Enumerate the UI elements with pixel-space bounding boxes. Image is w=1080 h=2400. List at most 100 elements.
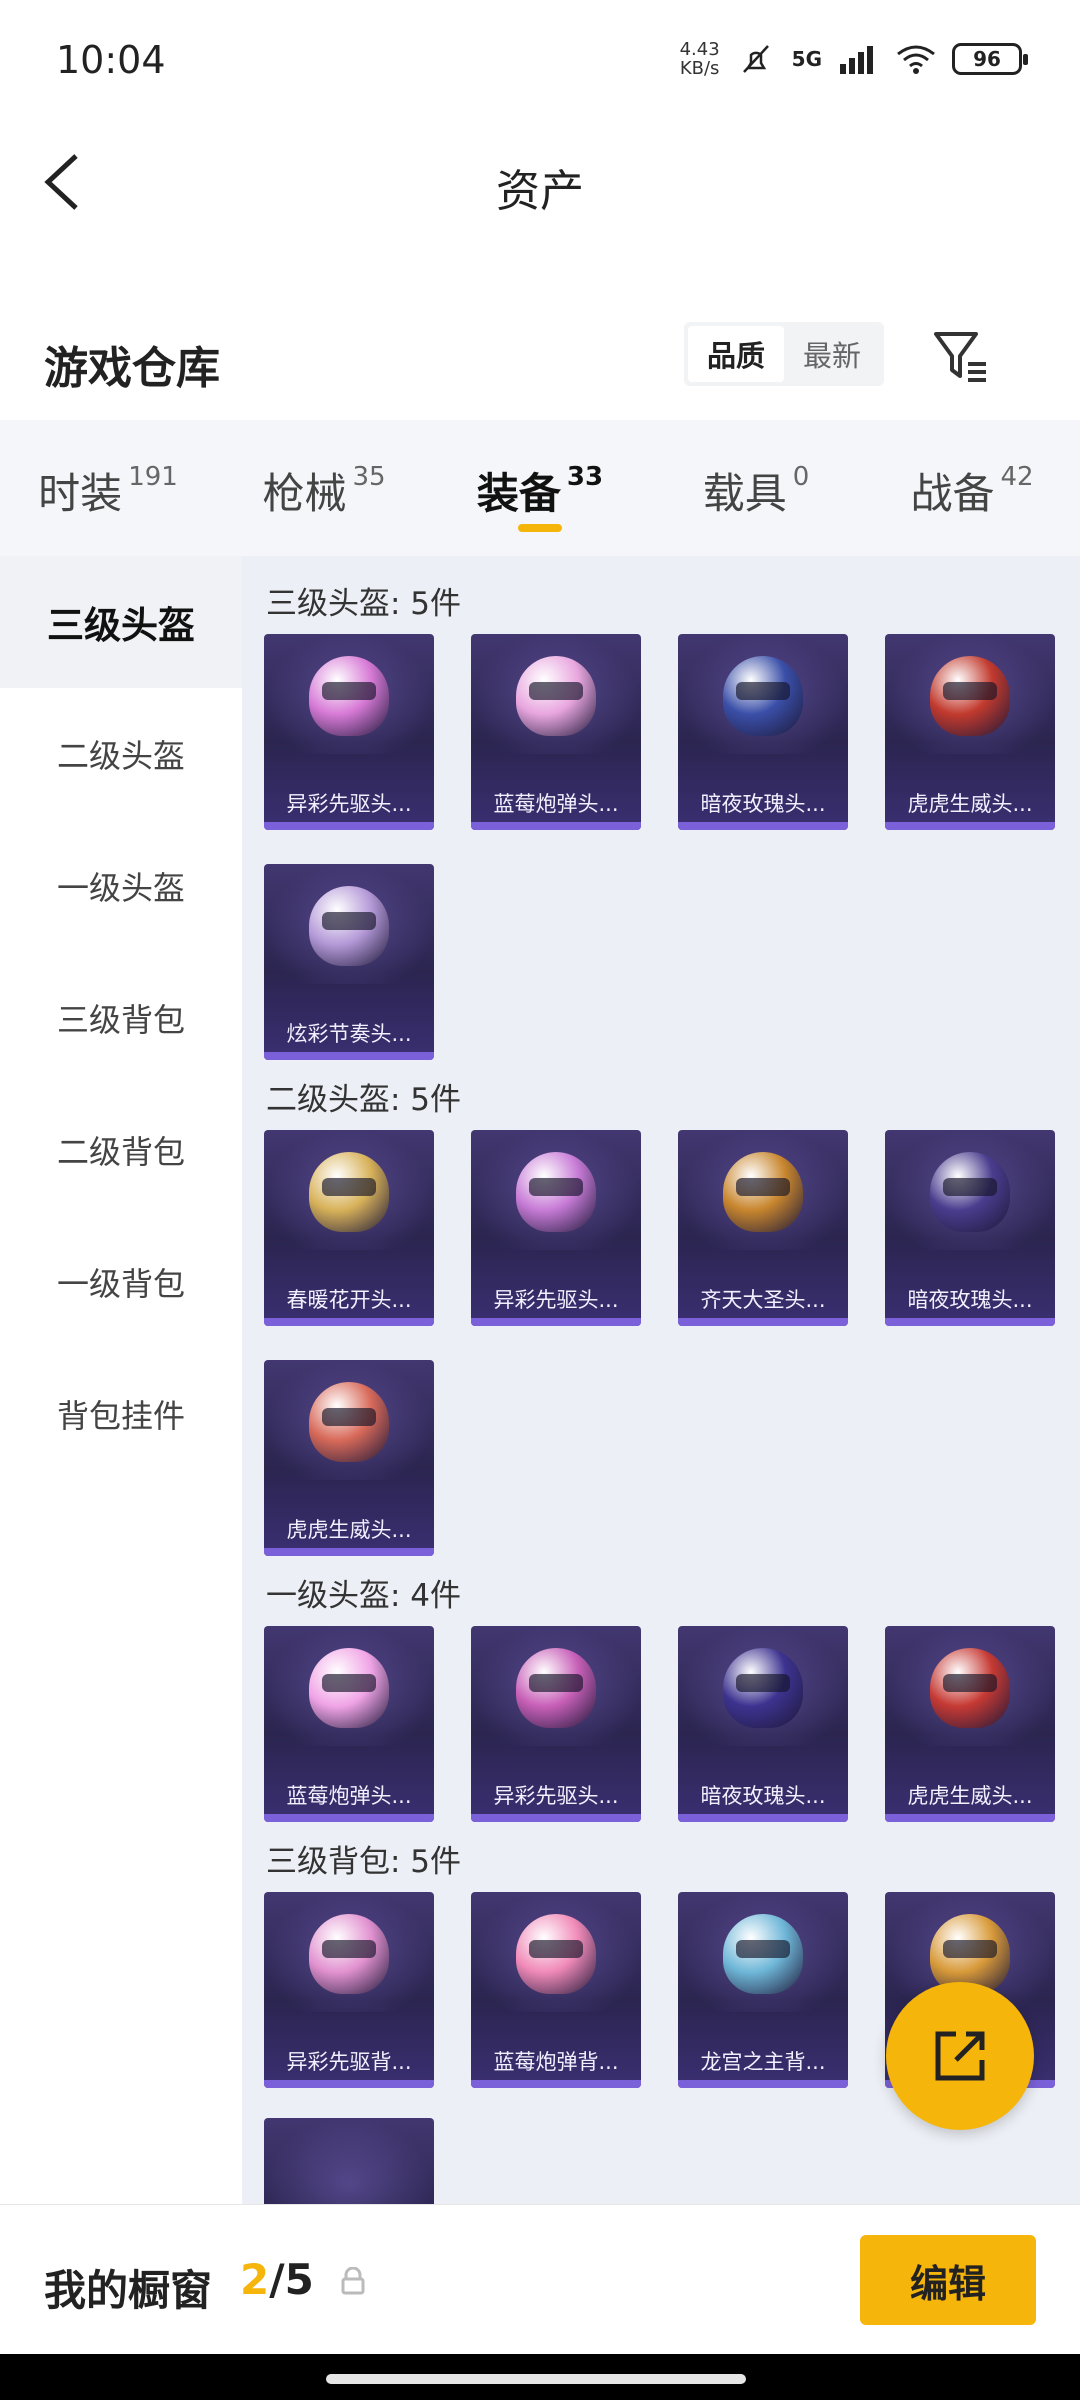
sidebar: 三级头盔 二级头盔 一级头盔 三级背包 二级背包 一级背包 背包挂件 [0,556,242,2204]
item-card[interactable]: 炫彩节奏头... [264,864,434,1060]
sidebar-item-level2-backpack[interactable]: 二级背包 [0,1084,242,1216]
tab-count: 35 [352,462,386,492]
sidebar-item-level3-backpack[interactable]: 三级背包 [0,952,242,1084]
tab-guns[interactable]: 枪械 35 [216,420,432,556]
item-detail [529,1940,583,1958]
item-detail [529,1674,583,1692]
status-icons: 4.43 KB/s 5G 96 [680,40,1028,78]
item-name: 虎虎生威头... [907,1784,1033,1808]
signal-icon [840,46,873,74]
tab-count: 0 [792,462,810,492]
item-detail [736,682,790,700]
item-card[interactable]: 异彩先驱头... [471,1626,641,1822]
tab-count: 42 [1000,462,1034,492]
rarity-bar [264,822,434,830]
warehouse-header: 游戏仓库 品质 最新 [0,310,1080,420]
item-card[interactable]: 暗夜玫瑰头... [885,1130,1055,1326]
section-title: 三级头盔: 5件 [266,586,462,622]
showcase-total: /5 [269,2255,314,2304]
rarity-bar [678,2080,848,2088]
warehouse-title: 游戏仓库 [44,343,220,394]
tab-fashion[interactable]: 时装 191 [0,420,216,556]
tab-label: 时装 [38,469,123,518]
share-icon [935,2031,985,2081]
showcase-bar: 我的橱窗 2/5 编辑 [0,2204,1080,2354]
item-card[interactable]: 异彩先驱背... [264,1892,434,2088]
item-detail [322,1178,376,1196]
item-card[interactable]: 虎虎生威头... [885,1626,1055,1822]
tab-equipment[interactable]: 装备 33 [432,420,648,556]
item-name: 春暖花开头... [286,1288,412,1312]
rarity-bar [471,1814,641,1822]
item-card[interactable]: 蓝莓炮弹背... [471,1892,641,2088]
title-bar: 资产 [0,120,1080,240]
tab-label: 载具 [702,469,787,518]
section-title: 一级头盔: 4件 [266,1578,462,1614]
item-card[interactable]: 齐天大圣头... [678,1130,848,1326]
section-title: 二级头盔: 5件 [266,1082,462,1118]
item-card[interactable]: 蓝莓炮弹头... [471,634,641,830]
home-indicator[interactable] [326,2374,746,2384]
item-name: 虎虎生威头... [907,792,1033,816]
item-card[interactable]: 虎虎生威头... [885,634,1055,830]
item-detail [322,1940,376,1958]
rarity-bar [264,1814,434,1822]
sidebar-item-level1-helmet[interactable]: 一级头盔 [0,820,242,952]
sidebar-item-level3-helmet[interactable]: 三级头盔 [0,556,242,688]
item-name: 暗夜玫瑰头... [907,1288,1033,1312]
tab-gear[interactable]: 战备 42 [864,420,1080,556]
item-name: 异彩先驱背... [286,2050,412,2074]
item-detail [529,1178,583,1196]
item-card[interactable]: 龙宫之主背... [678,1892,848,2088]
item-name: 暗夜玫瑰头... [700,1784,826,1808]
rarity-bar [885,822,1055,830]
network-speed: 4.43 KB/s [680,40,720,78]
item-card[interactable]: 虎虎生威头... [264,1360,434,1556]
item-detail [943,1178,997,1196]
item-name: 炫彩节奏头... [286,1022,412,1046]
tab-vehicles[interactable]: 载具 0 [648,420,864,556]
item-card[interactable]: 蓝莓炮弹头... [264,1626,434,1822]
item-detail [943,1674,997,1692]
item-card[interactable]: 异彩先驱头... [264,634,434,830]
tab-label: 装备 [476,469,561,518]
item-card[interactable]: 暗夜玫瑰头... [678,1626,848,1822]
sidebar-item-backpack-charm[interactable]: 背包挂件 [0,1348,242,1480]
item-card[interactable]: 暗夜玫瑰头... [678,634,848,830]
network-type: 5G [791,47,822,71]
rarity-bar [885,1318,1055,1326]
network-speed-value: 4.43 [679,39,720,60]
sidebar-item-level1-backpack[interactable]: 一级背包 [0,1216,242,1348]
item-name: 蓝莓炮弹头... [493,792,619,816]
item-card[interactable]: 异彩先驱头... [471,1130,641,1326]
rarity-bar [471,1318,641,1326]
showcase-count: 2/5 [240,2255,314,2304]
rarity-bar [678,822,848,830]
rarity-bar [264,2080,434,2088]
sort-option-latest[interactable]: 最新 [784,326,880,382]
share-button[interactable] [886,1982,1034,2130]
item-detail [322,1674,376,1692]
status-bar: 10:04 4.43 KB/s 5G 96 [0,0,1080,120]
lock-icon [341,2267,365,2295]
tab-underline [518,524,562,532]
edit-button[interactable]: 编辑 [860,2235,1036,2325]
category-tabs: 时装 191 枪械 35 装备 33 载具 0 战备 42 [0,420,1080,556]
tab-label: 枪械 [262,469,347,518]
rarity-bar [471,2080,641,2088]
item-card[interactable]: 春暖花开头... [264,1130,434,1326]
item-name: 异彩先驱头... [286,792,412,816]
showcase-current: 2 [240,2255,270,2304]
sort-option-quality[interactable]: 品质 [688,326,784,382]
item-grid: 三级头盔: 5件 异彩先驱头... 蓝莓炮弹头... 暗夜玫瑰头... 虎虎生威头...… [242,556,1080,2204]
item-name: 暗夜玫瑰头... [700,792,826,816]
rarity-bar [885,1814,1055,1822]
item-card[interactable] [264,2118,434,2204]
item-name: 龙宫之主背... [700,2050,826,2074]
sidebar-item-level2-helmet[interactable]: 二级头盔 [0,688,242,820]
item-detail [736,1674,790,1692]
item-detail [322,682,376,700]
status-time: 10:04 [56,38,166,82]
filter-icon[interactable] [930,324,992,386]
item-name: 虎虎生威头... [286,1518,412,1542]
